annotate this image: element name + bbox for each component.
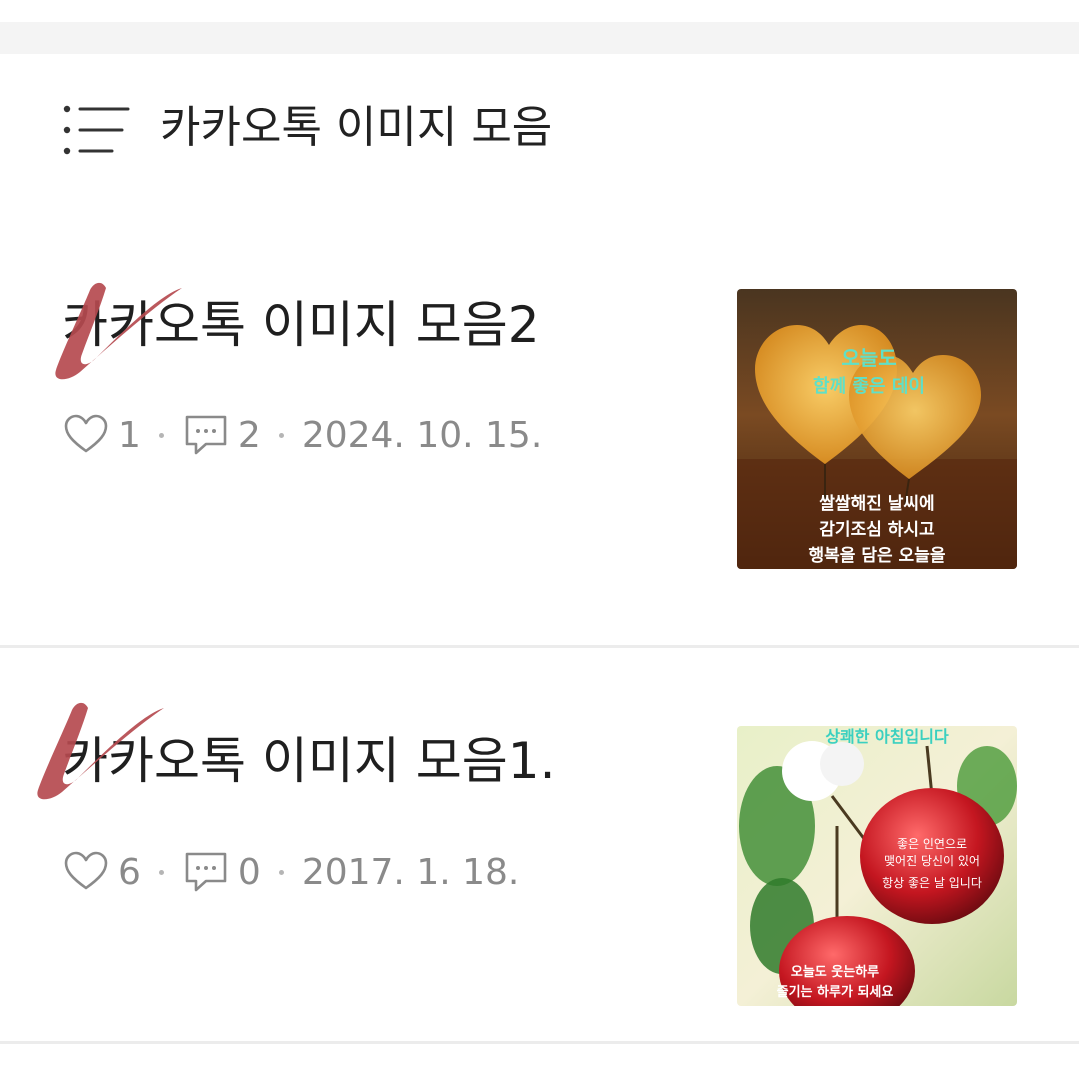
thumb-text: 쌀쌀해진 날씨에 bbox=[819, 494, 934, 514]
checkmark-icon bbox=[55, 282, 183, 380]
comment-icon[interactable] bbox=[182, 848, 230, 896]
thumb-text: 행복을 담은 오늘을 bbox=[809, 546, 946, 566]
divider bbox=[0, 1041, 1079, 1044]
like-count: 1 bbox=[118, 414, 141, 456]
separator-dot bbox=[278, 432, 284, 438]
divider bbox=[0, 645, 1079, 648]
cherries-image[interactable]: 상쾌한 아침입니다 좋은 인연으로 맺어진 당신이 있어 항상 좋은 날 입니다… bbox=[737, 726, 1017, 1006]
list-icon[interactable] bbox=[62, 104, 130, 156]
hearts-image[interactable]: 오늘도 함께 좋은 데이 쌀쌀해진 날씨에 감기조심 하시고 행복을 담은 오늘… bbox=[737, 289, 1017, 569]
post-meta: 6 0 2017. 1. 18. bbox=[62, 847, 519, 897]
thumb-text: 오늘도 bbox=[841, 346, 896, 370]
comment-count: 0 bbox=[237, 851, 261, 893]
separator-dot bbox=[158, 869, 164, 875]
comment-count: 2 bbox=[237, 414, 261, 456]
thumb-text: 상쾌한 아침입니다 bbox=[825, 727, 949, 746]
separator-dot bbox=[158, 432, 164, 438]
comment-icon[interactable] bbox=[182, 411, 230, 459]
thumb-text: 좋은 인연으로 bbox=[897, 837, 967, 851]
thumb-text: 맺어진 당신이 있어 bbox=[884, 854, 980, 868]
heart-icon[interactable] bbox=[62, 848, 110, 896]
separator-dot bbox=[278, 869, 284, 875]
post-meta: 1 2 2024. 10. 15. bbox=[62, 410, 542, 460]
post-date: 2024. 10. 15. bbox=[301, 414, 543, 456]
heart-icon[interactable] bbox=[62, 411, 110, 459]
thumb-text: 감기조심 하시고 bbox=[819, 520, 935, 540]
section-separator bbox=[0, 22, 1079, 54]
post-date: 2017. 1. 18. bbox=[301, 851, 520, 893]
thumb-text: 함께 좋은 데이 bbox=[813, 375, 925, 397]
thumb-text: 항상 좋은 날 입니다 bbox=[882, 876, 982, 890]
checkmark-icon bbox=[37, 702, 165, 800]
thumb-text: 즐기는 하루가 되세요 bbox=[777, 984, 894, 1000]
thumb-text: 오늘도 웃는하루 bbox=[791, 964, 879, 980]
category-title[interactable]: 카카오톡 이미지 모음 bbox=[160, 98, 552, 158]
status-area bbox=[0, 0, 1079, 22]
like-count: 6 bbox=[118, 851, 141, 893]
